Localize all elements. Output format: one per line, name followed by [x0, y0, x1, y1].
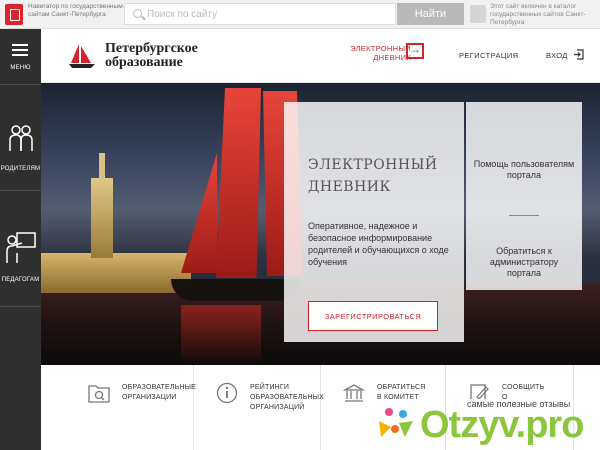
label-line: В КОМИТЕТ [377, 394, 419, 401]
spb-emblem-icon[interactable] [5, 4, 23, 25]
folder-search-icon [88, 385, 110, 403]
logo-line2: образование [105, 55, 183, 70]
label-line: ОРГАНИЗАЦИИ [122, 394, 177, 401]
contact-admin-link[interactable]: Обратиться к администратору портала [472, 246, 576, 279]
catalog-icon [470, 5, 486, 23]
search-button[interactable]: Найти [397, 3, 464, 25]
hero-spire [99, 153, 105, 181]
menu-button[interactable]: МЕНЮ [0, 29, 41, 84]
site-header: Петербургское образование ЭЛЕКТРОННЫЙ ДН… [41, 29, 600, 83]
label-line: ОРГАНИЗАЦИЙ [250, 404, 305, 411]
watermark-logo-icon [379, 408, 413, 437]
catalog-text[interactable]: Этот сайт включен в каталог государствен… [490, 3, 598, 27]
hamburger-icon [12, 44, 28, 56]
promo-title-line2: ДНЕВНИК [308, 179, 391, 195]
parents-icon [9, 125, 33, 151]
watermark-brand: Otzyv.pro [420, 404, 584, 446]
info-icon [216, 382, 238, 404]
left-sidebar: МЕНЮ РОДИТЕЛЯМ ПЕДАГОГАМ [0, 29, 41, 450]
logo-line1: Петербургское [105, 41, 198, 56]
search-box [124, 3, 396, 25]
ediary-enter-icon[interactable] [406, 42, 424, 59]
promo-title: ЭЛЕКТРОННЫЙ ДНЕВНИК [308, 154, 448, 198]
teachers-label: ПЕДАГОГАМ [1, 277, 40, 283]
help-users-link[interactable]: Помощь пользователям портала [472, 159, 576, 181]
bottom-item-ratings[interactable]: РЕЙТИНГИ ОБРАЗОВАТЕЛЬНЫХ ОРГАНИЗАЦИЙ [194, 365, 324, 450]
label-line: ОБРАЗОВАТЕЛЬНЫХ [250, 394, 325, 401]
red-sail [216, 88, 261, 278]
register-button[interactable]: ЗАРЕГИСТРИРОВАТЬСЯ [308, 301, 438, 331]
menu-label: МЕНЮ [10, 65, 31, 71]
ediary-promo-panel: ЭЛЕКТРОННЫЙ ДНЕВНИК Оперативное, надежно… [284, 102, 464, 342]
ediary-line1: ЭЛЕКТРОННЫЙ [350, 44, 411, 53]
hero-tower [91, 178, 113, 258]
login-link[interactable]: ВХОД [546, 51, 568, 60]
teacher-icon [6, 232, 36, 263]
register-link[interactable]: РЕГИСТРАЦИЯ [459, 51, 518, 60]
sidebar-item-parents[interactable]: РОДИТЕЛЯМ [0, 85, 41, 190]
bottom-item-label: ОБРАЗОВАТЕЛЬНЫЕ ОРГАНИЗАЦИИ [122, 383, 196, 403]
label-line: ОБРАЗОВАТЕЛЬНЫЕ [122, 384, 197, 391]
gov-topbar: Навигатор по государственным сайтам Санк… [0, 0, 600, 29]
bottom-item-label: ОБРАТИТЬСЯ В КОМИТЕТ [377, 383, 426, 403]
government-building-icon [343, 384, 365, 402]
help-panel: Помощь пользователям портала Обратиться … [466, 102, 582, 290]
label-line: РЕЙТИНГИ [250, 384, 290, 391]
login-icon[interactable] [573, 49, 584, 60]
hero-building [41, 253, 191, 293]
promo-description: Оперативное, надежное и безопасное инфор… [308, 221, 449, 267]
logo-ship-icon[interactable] [67, 41, 97, 71]
ediary-line2: ДНЕВНИК [373, 53, 411, 62]
sidebar-item-teachers[interactable]: ПЕДАГОГАМ [0, 191, 41, 306]
bottom-item-label: РЕЙТИНГИ ОБРАЗОВАТЕЛЬНЫХ ОРГАНИЗАЦИЙ [250, 383, 324, 413]
sidebar-divider [0, 306, 41, 307]
parents-label: РОДИТЕЛЯМ [0, 166, 41, 172]
help-panel-divider [509, 215, 539, 216]
promo-title-line1: ЭЛЕКТРОННЫЙ [308, 157, 438, 173]
label-line: ОБРАТИТЬСЯ [377, 384, 426, 391]
ship-hull [171, 279, 301, 301]
ediary-link[interactable]: ЭЛЕКТРОННЫЙ ДНЕВНИК [349, 44, 411, 62]
site-logo[interactable]: Петербургское образование [105, 42, 198, 70]
hero-banner: ЭЛЕКТРОННЫЙ ДНЕВНИК Оперативное, надежно… [41, 83, 600, 365]
gov-navigator-text[interactable]: Навигатор по государственным сайтам Санк… [28, 3, 123, 19]
search-input[interactable] [147, 6, 387, 22]
search-icon [133, 9, 142, 18]
sail-reflection [181, 305, 261, 365]
label-line: СООБЩИТЬ [502, 384, 545, 391]
bottom-item-organizations[interactable]: ОБРАЗОВАТЕЛЬНЫЕ ОРГАНИЗАЦИИ [66, 365, 196, 450]
